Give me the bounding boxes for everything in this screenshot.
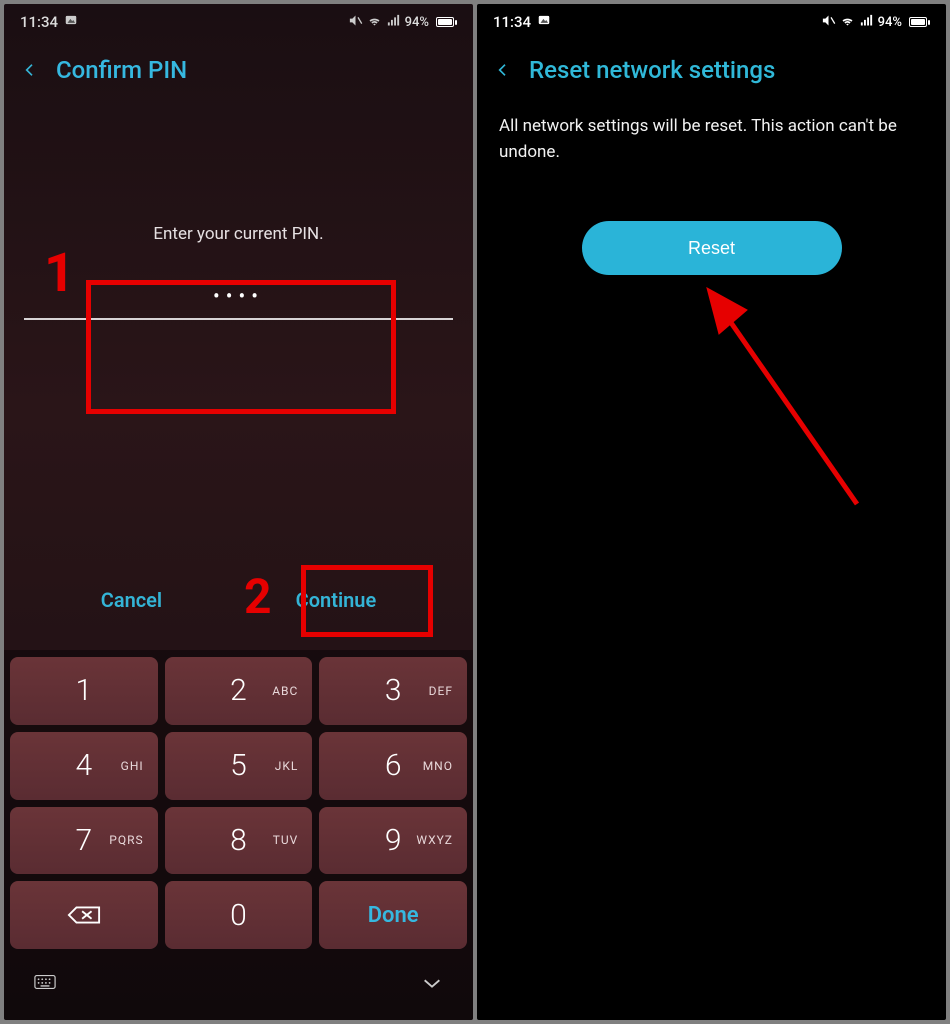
annotation-box-1	[86, 280, 396, 414]
picture-icon	[537, 13, 551, 31]
pin-prompt: Enter your current PIN.	[16, 224, 461, 244]
key-1[interactable]: 1	[10, 657, 158, 725]
confirm-pin-screen: 11:34 94% Confirm PIN Enter your current…	[4, 4, 473, 1020]
key-0[interactable]: 0	[165, 881, 313, 949]
status-bar: 11:34 94%	[477, 4, 946, 40]
key-4[interactable]: 4GHI	[10, 732, 158, 800]
keypad-bottom-row	[10, 956, 467, 1012]
keyboard-icon[interactable]	[34, 974, 56, 994]
screen-header: Reset network settings	[477, 40, 946, 104]
page-title: Reset network settings	[529, 56, 775, 84]
reset-button[interactable]: Reset	[582, 221, 842, 275]
signal-icon	[859, 13, 874, 32]
signal-icon	[386, 13, 401, 32]
battery-icon	[433, 17, 457, 27]
mute-icon	[348, 13, 363, 32]
key-9[interactable]: 9WXYZ	[319, 807, 467, 875]
key-2[interactable]: 2ABC	[165, 657, 313, 725]
key-3[interactable]: 3DEF	[319, 657, 467, 725]
status-bar: 11:34 94%	[4, 4, 473, 40]
battery-percent: 94%	[405, 15, 429, 30]
reset-description: All network settings will be reset. This…	[499, 114, 924, 165]
reset-network-screen: 11:34 94% Reset network settings All net…	[477, 4, 946, 1020]
wifi-icon	[367, 13, 382, 32]
wifi-icon	[840, 13, 855, 32]
annotation-number-2: 2	[244, 568, 272, 625]
key-8[interactable]: 8TUV	[165, 807, 313, 875]
reset-body: All network settings will be reset. This…	[477, 114, 946, 275]
collapse-keyboard-icon[interactable]	[421, 975, 443, 994]
status-time: 11:34	[20, 13, 58, 31]
screen-header: Confirm PIN	[4, 40, 473, 104]
key-5[interactable]: 5JKL	[165, 732, 313, 800]
key-done[interactable]: Done	[319, 881, 467, 949]
picture-icon	[64, 13, 78, 31]
annotation-number-1: 1	[44, 242, 75, 305]
annotation-box-2	[301, 565, 433, 637]
page-title: Confirm PIN	[56, 56, 187, 84]
battery-percent: 94%	[878, 15, 902, 30]
mute-icon	[821, 13, 836, 32]
battery-icon	[906, 17, 930, 27]
numeric-keypad: 1 2ABC 3DEF 4GHI 5JKL 6MNO 7PQRS 8TUV 9W…	[4, 650, 473, 1020]
key-backspace[interactable]	[10, 881, 158, 949]
status-time: 11:34	[493, 13, 531, 31]
cancel-button[interactable]: Cancel	[87, 582, 176, 618]
back-button[interactable]	[489, 56, 517, 84]
key-7[interactable]: 7PQRS	[10, 807, 158, 875]
annotation-arrow	[677, 274, 937, 534]
key-6[interactable]: 6MNO	[319, 732, 467, 800]
back-button[interactable]	[16, 56, 44, 84]
